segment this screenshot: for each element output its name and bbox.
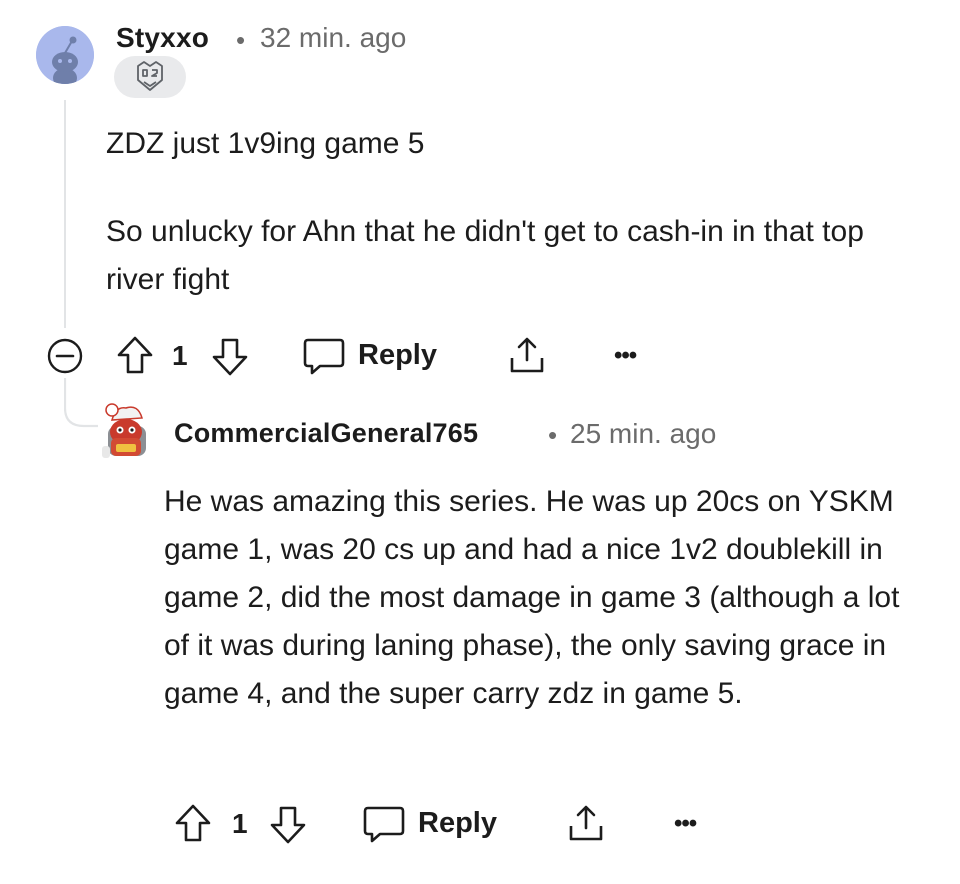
thread-line[interactable] xyxy=(64,100,66,328)
comment-author[interactable]: CommercialGeneral765 xyxy=(174,418,478,449)
vote-count: 1 xyxy=(172,340,188,371)
meta-separator: • xyxy=(236,25,246,55)
vote-count: 1 xyxy=(232,808,248,839)
reply-button[interactable]: Reply xyxy=(362,802,512,846)
upvote-arrow-icon xyxy=(175,804,211,842)
user-flair xyxy=(114,56,186,98)
comment-paragraph: So unlucky for Ahn that he didn't get to… xyxy=(106,215,864,296)
custom-snoo-avatar-icon xyxy=(102,403,146,458)
downvote-button[interactable] xyxy=(210,336,250,378)
upvote-arrow-icon xyxy=(117,336,153,374)
downvote-arrow-icon xyxy=(270,806,306,844)
collapse-minus-icon xyxy=(47,338,83,374)
avatar[interactable] xyxy=(36,26,94,84)
share-button[interactable] xyxy=(506,334,548,376)
g2-esports-logo-icon xyxy=(137,61,163,91)
more-options-button[interactable]: ••• xyxy=(674,810,697,838)
share-icon xyxy=(569,805,603,841)
reply-label: Reply xyxy=(358,339,437,371)
comment-timestamp: 32 min. ago xyxy=(260,22,407,53)
comment-paragraph: He was amazing this series. He was up 20… xyxy=(164,485,900,710)
comment-bubble-icon xyxy=(303,338,345,375)
upvote-button[interactable] xyxy=(173,802,213,844)
reply-button[interactable]: Reply xyxy=(302,334,452,378)
comment-body: ZDZ just 1v9ing game 5 So unlucky for Ah… xyxy=(106,120,926,304)
share-button[interactable] xyxy=(565,802,607,844)
upvote-button[interactable] xyxy=(115,334,155,376)
comment-paragraph: ZDZ just 1v9ing game 5 xyxy=(106,127,425,160)
reply-label: Reply xyxy=(418,807,497,839)
reply-connector xyxy=(64,378,98,434)
collapse-button[interactable] xyxy=(47,338,83,374)
comment-body: He was amazing this series. He was up 20… xyxy=(164,478,916,718)
share-icon xyxy=(510,337,544,373)
downvote-button[interactable] xyxy=(268,804,308,846)
comment-timestamp: 25 min. ago xyxy=(570,418,717,449)
avatar[interactable] xyxy=(98,396,154,462)
downvote-arrow-icon xyxy=(212,338,248,376)
snoo-avatar-icon xyxy=(36,26,94,84)
comment-author[interactable]: Styxxo xyxy=(116,22,209,54)
meta-separator: • xyxy=(548,420,558,450)
comment-bubble-icon xyxy=(363,806,405,843)
more-options-button[interactable]: ••• xyxy=(614,342,637,370)
